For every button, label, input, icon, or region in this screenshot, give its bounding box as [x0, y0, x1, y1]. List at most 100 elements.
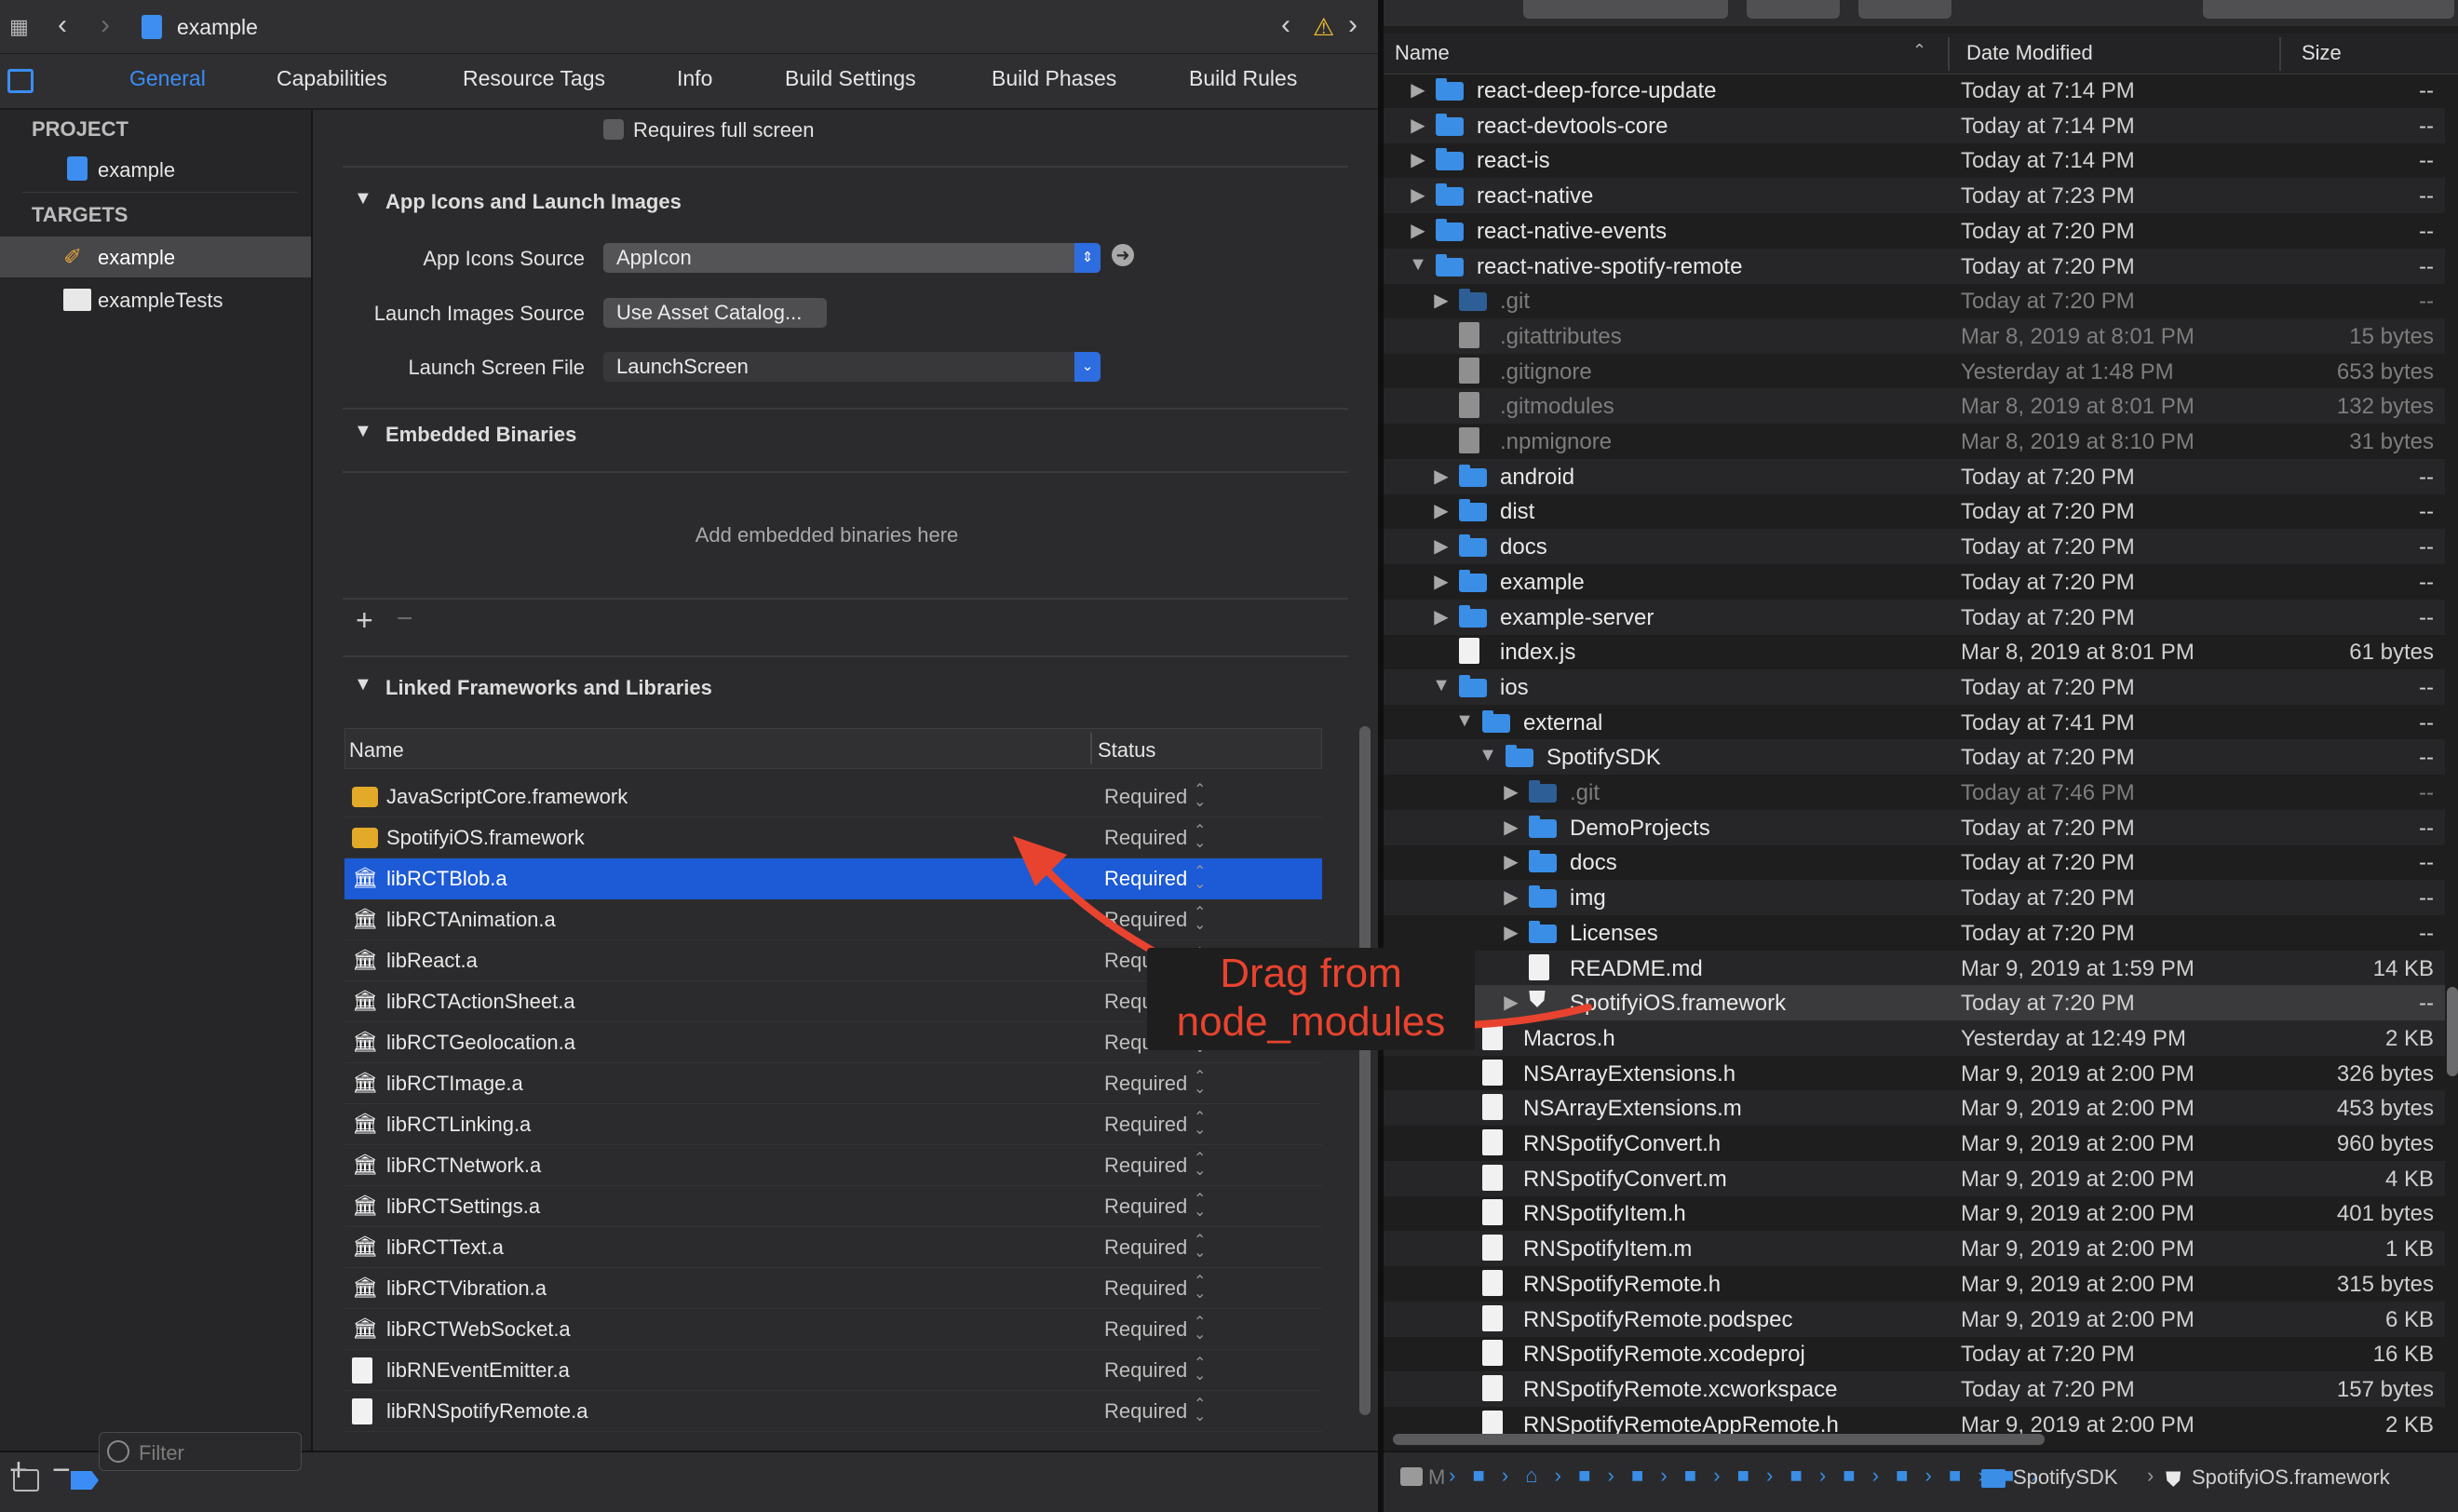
- framework-status-popup[interactable]: Required: [1104, 785, 1187, 809]
- disclosure-triangle-icon[interactable]: ▼: [354, 188, 372, 209]
- remove-target-button[interactable]: −: [52, 1452, 71, 1489]
- requires-full-screen-checkbox[interactable]: [603, 119, 624, 140]
- file-row[interactable]: Macros.h Yesterday at 12:49 PM 2 KB: [1384, 1020, 2445, 1056]
- folder-row[interactable]: ▶ docs Today at 7:20 PM --: [1384, 844, 2445, 880]
- folder-row[interactable]: ▶ react-devtools-core Today at 7:14 PM --: [1384, 108, 2445, 143]
- folder-row[interactable]: ▶ DemoProjects Today at 7:20 PM --: [1384, 810, 2445, 845]
- path-intermediate-folders[interactable]: › ■ › ⌂ › ■ › ■ › ■ › ■ › ■ › ■ › ■ › ■ …: [1449, 1464, 2044, 1488]
- file-row[interactable]: RNSpotifyRemote.xcodeproj Today at 7:20 P…: [1384, 1336, 2445, 1371]
- action-button[interactable]: [1858, 0, 1952, 19]
- disclosure-closed-icon[interactable]: ▶: [1431, 534, 1452, 558]
- forward-icon[interactable]: ›: [101, 9, 110, 41]
- file-row[interactable]: ▶ ⛊ SpotifyiOS.framework Today at 7:20 PM --: [1384, 985, 2445, 1020]
- search-field[interactable]: [2203, 0, 2454, 19]
- disclosure-closed-icon[interactable]: ▶: [1431, 605, 1452, 628]
- folder-row[interactable]: ▶ img Today at 7:20 PM --: [1384, 880, 2445, 915]
- disclosure-closed-icon[interactable]: ▶: [1431, 289, 1452, 312]
- framework-status-popup[interactable]: Required: [1104, 1113, 1187, 1137]
- sidebar-item-project[interactable]: example: [0, 151, 311, 188]
- disk-icon[interactable]: [1400, 1467, 1423, 1486]
- file-row[interactable]: .gitignore Yesterday at 1:48 PM 653 bytes: [1384, 354, 2445, 389]
- use-asset-catalog-button[interactable]: Use Asset Catalog...: [603, 298, 827, 328]
- file-row[interactable]: RNSpotifyConvert.h Mar 9, 2019 at 2:00 PM…: [1384, 1126, 2445, 1161]
- folder-row[interactable]: ▼ react-native-spotify-remote Today at 7:2…: [1384, 249, 2445, 284]
- framework-status-popup[interactable]: Required: [1104, 867, 1187, 891]
- disclosure-closed-icon[interactable]: ▶: [1408, 114, 1428, 137]
- file-row[interactable]: README.md Mar 9, 2019 at 1:59 PM 14 KB: [1384, 951, 2445, 986]
- disclosure-open-icon[interactable]: ▼: [1431, 675, 1452, 696]
- folder-row[interactable]: ▼ ios Today at 7:20 PM --: [1384, 669, 2445, 705]
- editor-scrollbar[interactable]: [1359, 726, 1371, 1415]
- add-embedded-button[interactable]: +: [356, 603, 373, 638]
- tab-resource-tags[interactable]: Resource Tags: [463, 66, 605, 91]
- folder-row[interactable]: ▶ react-native-events Today at 7:20 PM --: [1384, 213, 2445, 249]
- disclosure-closed-icon[interactable]: ▶: [1408, 78, 1428, 101]
- framework-status-popup[interactable]: Required: [1104, 1358, 1187, 1383]
- disclosure-open-icon[interactable]: ▼: [1454, 710, 1475, 732]
- framework-status-popup[interactable]: Required: [1104, 1072, 1187, 1096]
- group-button[interactable]: [1747, 0, 1840, 19]
- path-spotifysdk[interactable]: SpotifySDK: [2013, 1465, 2118, 1490]
- file-row[interactable]: RNSpotifyRemote.podspec Mar 9, 2019 at 2:…: [1384, 1302, 2445, 1337]
- tab-build-rules[interactable]: Build Rules: [1189, 66, 1297, 91]
- finder-vertical-scrollbar[interactable]: [2447, 987, 2458, 1076]
- file-row[interactable]: RNSpotifyItem.h Mar 9, 2019 at 2:00 PM 401…: [1384, 1195, 2445, 1231]
- tab-build-settings[interactable]: Build Settings: [785, 66, 916, 91]
- framework-row[interactable]: 🏛 libRCTImage.a Required ⌃ ⌄: [344, 1063, 1322, 1104]
- app-icons-source-popup[interactable]: AppIcon ⇕: [603, 243, 1101, 273]
- disclosure-closed-icon[interactable]: ▶: [1501, 816, 1521, 839]
- file-row[interactable]: .gitattributes Mar 8, 2019 at 8:01 PM 15 b…: [1384, 318, 2445, 354]
- remove-embedded-button[interactable]: −: [397, 603, 413, 635]
- debug-area-toggle-icon[interactable]: [13, 1469, 39, 1492]
- framework-status-popup[interactable]: Required: [1104, 1276, 1187, 1301]
- tab-general[interactable]: General: [129, 66, 206, 91]
- disclosure-closed-icon[interactable]: ▶: [1431, 499, 1452, 522]
- disclosure-closed-icon[interactable]: ▶: [1501, 991, 1521, 1014]
- disclosure-closed-icon[interactable]: ▶: [1501, 885, 1521, 909]
- disclosure-closed-icon[interactable]: ▶: [1431, 570, 1452, 593]
- folder-row[interactable]: ▶ example-server Today at 7:20 PM --: [1384, 600, 2445, 635]
- framework-row[interactable]: 🏛 libRCTAnimation.a Required ⌃ ⌄: [344, 899, 1322, 940]
- file-row[interactable]: RNSpotifyItem.m Mar 9, 2019 at 2:00 PM 1 K…: [1384, 1231, 2445, 1266]
- column-header-date[interactable]: Date Modified: [1966, 41, 2093, 65]
- grid-icon[interactable]: ▦: [9, 15, 29, 39]
- framework-row[interactable]: 🏛 libRCTWebSocket.a Required ⌃ ⌄: [344, 1309, 1322, 1350]
- framework-row[interactable]: 🏛 libRCTNetwork.a Required ⌃ ⌄: [344, 1145, 1322, 1186]
- framework-status-popup[interactable]: Required: [1104, 908, 1187, 932]
- folder-row[interactable]: ▶ dist Today at 7:20 PM --: [1384, 493, 2445, 529]
- framework-row[interactable]: SpotifyiOS.framework Required ⌃ ⌄: [344, 817, 1322, 858]
- file-row[interactable]: RNSpotifyRemote.xcworkspace Today at 7:20…: [1384, 1371, 2445, 1407]
- framework-status-popup[interactable]: Required: [1104, 1154, 1187, 1178]
- breakpoint-icon[interactable]: [71, 1471, 99, 1490]
- path-first[interactable]: M: [1428, 1465, 1445, 1490]
- framework-row[interactable]: 🏛 libRCTText.a Required ⌃ ⌄: [344, 1227, 1322, 1268]
- disclosure-closed-icon[interactable]: ▶: [1431, 465, 1452, 488]
- sidebar-item-target-exampletests[interactable]: exampleTests: [0, 279, 311, 320]
- folder-row[interactable]: ▶ example Today at 7:20 PM --: [1384, 564, 2445, 600]
- folder-row[interactable]: ▶ docs Today at 7:20 PM --: [1384, 529, 2445, 564]
- view-mode-buttons[interactable]: [1523, 0, 1728, 19]
- framework-row[interactable]: 🏛 libRCTSettings.a Required ⌃ ⌄: [344, 1186, 1322, 1227]
- disclosure-triangle-icon[interactable]: ▼: [354, 421, 372, 442]
- filter-field[interactable]: Filter: [99, 1432, 302, 1471]
- framework-status-popup[interactable]: Required: [1104, 826, 1187, 850]
- launch-screen-file-combobox[interactable]: LaunchScreen ⌄: [603, 352, 1101, 382]
- folder-row[interactable]: ▶ .git Today at 7:20 PM --: [1384, 283, 2445, 318]
- folder-row[interactable]: ▶ react-native Today at 7:23 PM --: [1384, 178, 2445, 213]
- folder-row[interactable]: ▼ external Today at 7:41 PM --: [1384, 705, 2445, 740]
- path-last[interactable]: SpotifyiOS.framework: [2192, 1465, 2390, 1490]
- prev-issue-icon[interactable]: ‹: [1281, 9, 1290, 41]
- folder-row[interactable]: ▶ react-deep-force-update Today at 7:14 PM…: [1384, 73, 2445, 108]
- sidebar-toggle-icon[interactable]: [7, 69, 34, 93]
- framework-row[interactable]: JavaScriptCore.framework Required ⌃ ⌄: [344, 776, 1322, 817]
- disclosure-closed-icon[interactable]: ▶: [1408, 148, 1428, 171]
- column-header-size[interactable]: Size: [2302, 41, 2342, 65]
- disclosure-closed-icon[interactable]: ▶: [1501, 850, 1521, 873]
- warning-icon[interactable]: ⚠: [1313, 13, 1334, 42]
- framework-status-popup[interactable]: Required: [1104, 1317, 1187, 1342]
- disclosure-triangle-icon[interactable]: ▼: [354, 674, 372, 695]
- finder-horizontal-scrollbar[interactable]: [1393, 1434, 2045, 1445]
- disclosure-open-icon[interactable]: ▼: [1408, 254, 1428, 276]
- tab-capabilities[interactable]: Capabilities: [277, 66, 387, 91]
- tab-build-phases[interactable]: Build Phases: [992, 66, 1116, 91]
